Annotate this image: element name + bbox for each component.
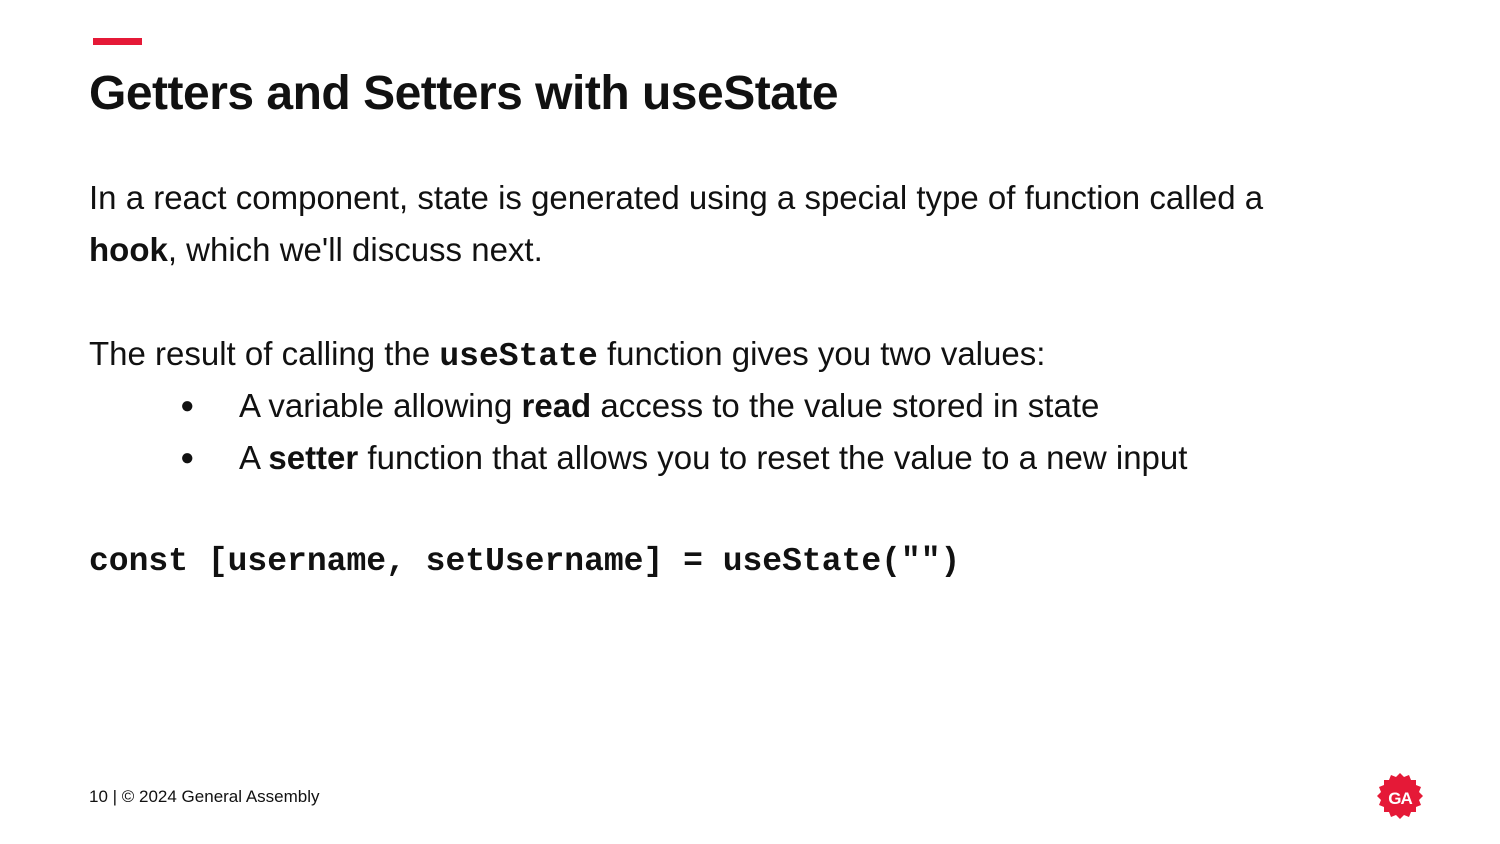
hook-term: hook: [89, 231, 168, 268]
result-text: The result of calling the: [89, 335, 440, 372]
bullet-text: A: [239, 439, 269, 476]
bullet-text-end: access to the value stored in state: [591, 387, 1100, 424]
bullet-marker: ●: [180, 444, 195, 471]
usestate-code-term: useState: [439, 338, 598, 375]
bullet-item-setter: ● A setter function that allows you to r…: [180, 432, 1187, 484]
slide-title: Getters and Setters with useState: [89, 67, 839, 120]
intro-text-end: , which we'll discuss next.: [167, 231, 543, 268]
read-term: read: [521, 387, 592, 424]
result-paragraph: The result of calling the useState funct…: [89, 328, 1045, 383]
intro-text: In a react component, state is generated…: [89, 179, 1264, 216]
bullet-marker: ●: [180, 392, 195, 419]
general-assembly-logo-icon: GA: [1377, 773, 1423, 819]
slide-footer: 10 | © 2024 General Assembly: [89, 787, 320, 806]
intro-paragraph: In a react component, state is generated…: [89, 172, 1263, 276]
bullet-text-end: function that allows you to reset the va…: [358, 439, 1188, 476]
title-accent-bar: [93, 38, 142, 45]
code-example: const [username, setUsername] = useState…: [89, 543, 961, 580]
bullet-text: A variable allowing: [239, 387, 522, 424]
values-bullet-list: ● A variable allowing read access to the…: [180, 380, 1187, 484]
bullet-item-read: ● A variable allowing read access to the…: [180, 380, 1187, 432]
logo-text: GA: [1388, 789, 1412, 808]
result-text-end: function gives you two values:: [597, 335, 1046, 372]
setter-term: setter: [268, 439, 359, 476]
